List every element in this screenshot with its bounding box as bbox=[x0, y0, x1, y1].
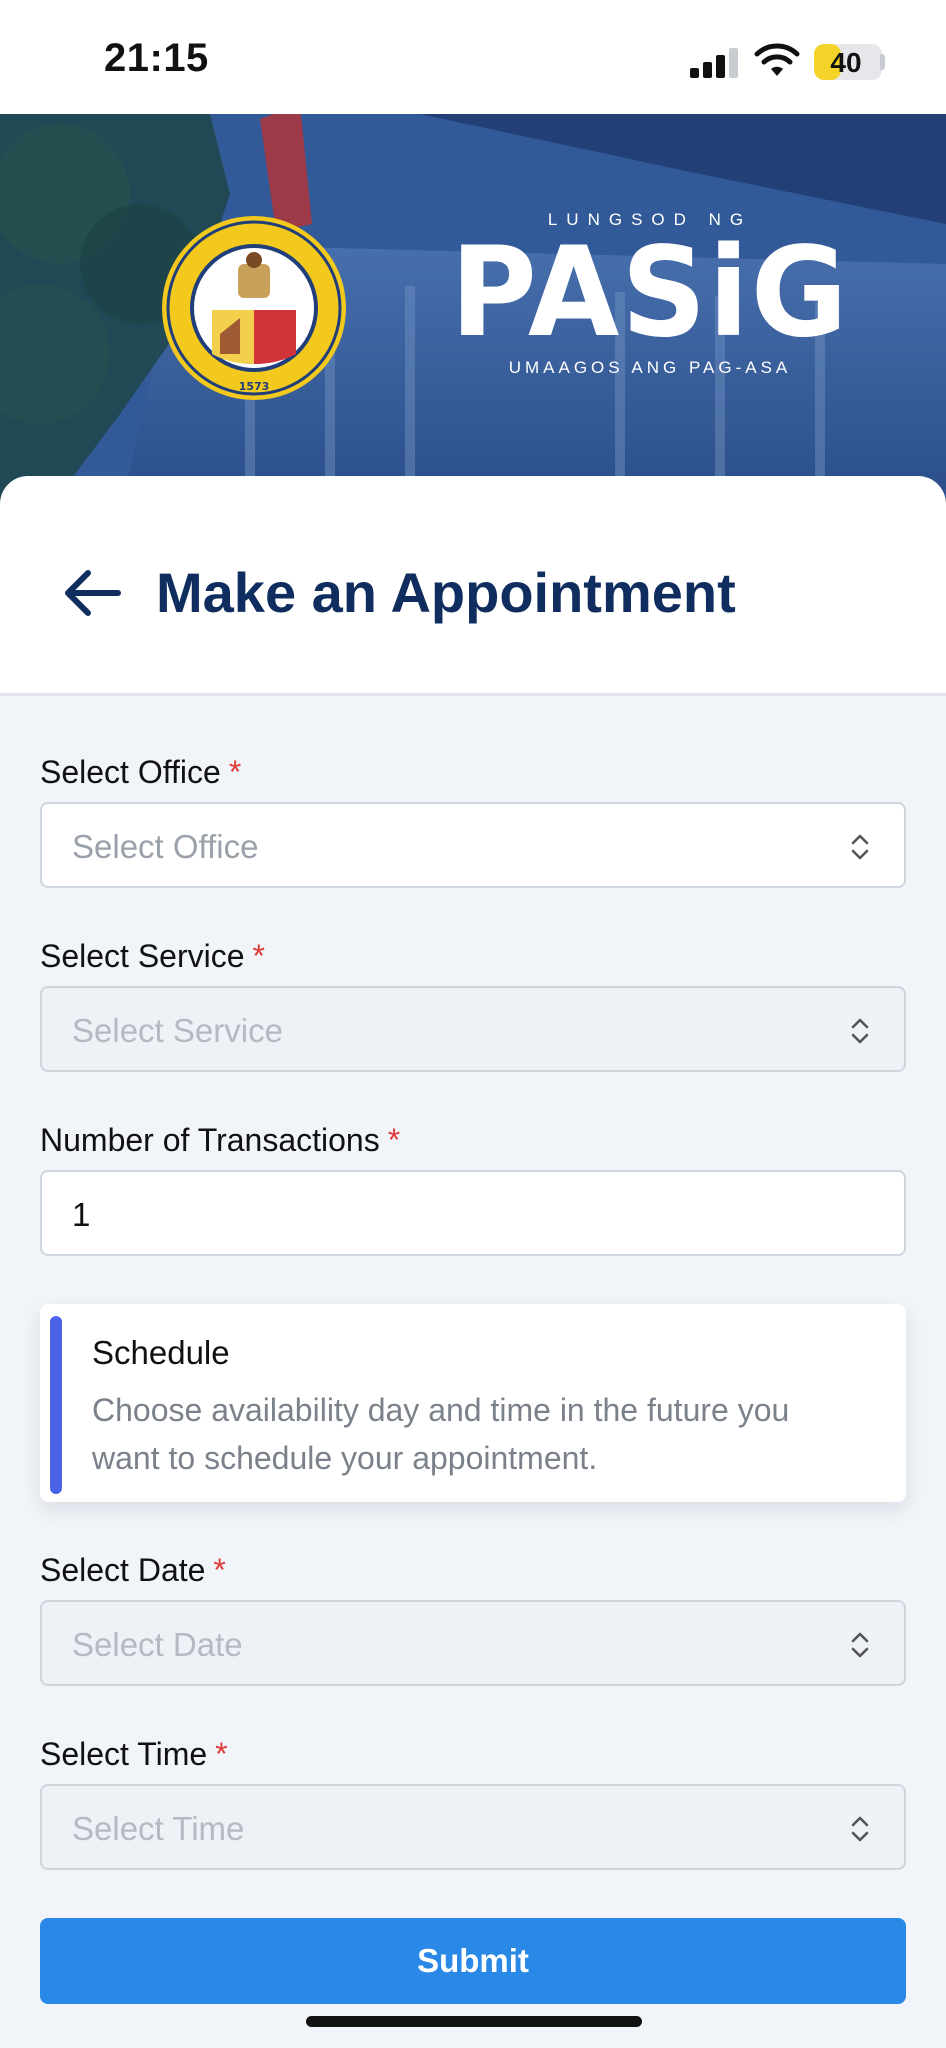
time-select-placeholder: Select Time bbox=[72, 1810, 245, 1847]
hero-banner: 1573 LUNGSOD NG PASiG UMAAGOS ANG PAG-AS… bbox=[0, 114, 946, 514]
chevron-up-down-icon bbox=[851, 1018, 869, 1044]
office-label: Select Office * bbox=[40, 754, 242, 790]
chevron-up-down-icon bbox=[851, 1816, 869, 1842]
home-indicator bbox=[306, 2016, 642, 2027]
pasig-seal-icon: 1573 bbox=[162, 216, 346, 400]
required-mark: * bbox=[252, 938, 265, 974]
time-select[interactable]: Select Time bbox=[40, 1784, 906, 1870]
chevron-up-down-icon bbox=[851, 1632, 869, 1658]
service-label: Select Service * bbox=[40, 938, 265, 974]
required-mark: * bbox=[213, 1552, 226, 1588]
pasig-brand: LUNGSOD NG PASiG UMAAGOS ANG PAG-ASA bbox=[440, 210, 860, 378]
schedule-info-card: Schedule Choose availability day and tim… bbox=[40, 1304, 906, 1502]
page-header: Make an Appointment bbox=[0, 476, 946, 696]
battery-icon: 40 bbox=[814, 44, 882, 80]
submit-button[interactable]: Submit bbox=[40, 1918, 906, 2004]
date-select-placeholder: Select Date bbox=[72, 1626, 243, 1663]
cellular-signal-icon bbox=[690, 46, 740, 78]
office-select[interactable]: Select Office bbox=[40, 802, 906, 888]
service-select[interactable]: Select Service bbox=[40, 986, 906, 1072]
page-title: Make an Appointment bbox=[156, 561, 736, 624]
required-mark: * bbox=[215, 1736, 228, 1772]
office-select-placeholder: Select Office bbox=[72, 828, 259, 865]
schedule-description: Choose availability day and time in the … bbox=[92, 1392, 790, 1476]
schedule-accent-bar bbox=[50, 1316, 62, 1494]
wifi-icon bbox=[754, 43, 800, 76]
date-label: Select Date * bbox=[40, 1552, 226, 1588]
date-select[interactable]: Select Date bbox=[40, 1600, 906, 1686]
back-arrow-icon[interactable] bbox=[62, 568, 122, 618]
transactions-value: 1 bbox=[72, 1196, 91, 1233]
status-bar: 21:15 40 bbox=[0, 0, 946, 114]
schedule-title: Schedule bbox=[92, 1334, 230, 1371]
battery-level-text: 40 bbox=[830, 47, 862, 78]
required-mark: * bbox=[228, 754, 242, 790]
time-label: Select Time * bbox=[40, 1736, 228, 1772]
brand-name-text: PASiG bbox=[450, 219, 850, 365]
service-select-placeholder: Select Service bbox=[72, 1012, 283, 1049]
svg-text:1573: 1573 bbox=[239, 380, 270, 393]
required-mark: * bbox=[387, 1122, 401, 1158]
chevron-up-down-icon bbox=[851, 834, 869, 860]
transactions-input[interactable]: 1 bbox=[40, 1170, 906, 1256]
transactions-label: Number of Transactions * bbox=[40, 1122, 401, 1158]
status-time: 21:15 bbox=[104, 36, 209, 80]
